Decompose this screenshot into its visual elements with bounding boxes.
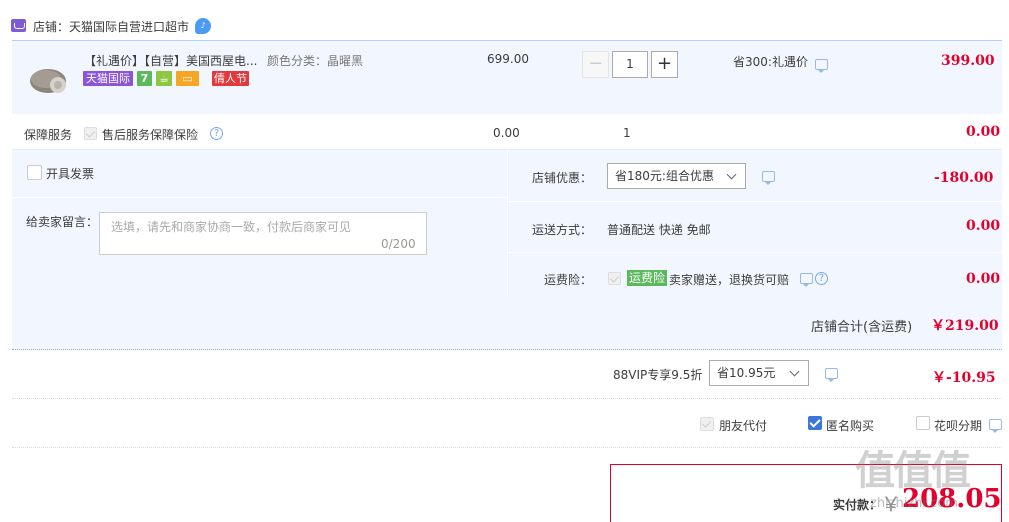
credit-card-icon: ▭ bbox=[176, 71, 199, 86]
item-title[interactable]: 【礼遇价】【自营】美国西屋电... bbox=[84, 52, 257, 69]
quantity-increase-button[interactable]: + bbox=[651, 51, 678, 78]
insurance-qty: 1 bbox=[623, 126, 631, 140]
insurance-option: 售后服务保障保险 bbox=[102, 128, 199, 142]
shop-name[interactable]: 店铺：天猫国际自营进口超市 bbox=[33, 18, 189, 35]
vip-amount: ￥-10.95 bbox=[932, 370, 996, 386]
shop-discount-select[interactable]: 省180元:组合优惠 bbox=[607, 163, 746, 189]
quantity-input[interactable]: 1 bbox=[612, 51, 648, 78]
subtotal-amount: ￥219.00 bbox=[931, 318, 999, 334]
chat-bubble-icon[interactable]: ♪ bbox=[195, 18, 211, 34]
divider bbox=[12, 197, 507, 198]
shop-icon bbox=[11, 19, 26, 32]
invoice-checkbox[interactable] bbox=[27, 165, 42, 180]
comment-icon[interactable] bbox=[815, 59, 828, 73]
vip-label: 88VIP专享9.5折 bbox=[613, 368, 703, 382]
product-thumbnail[interactable] bbox=[22, 55, 74, 100]
message-placeholder: 选填，请先和商家协商一致，付款后商家可见 bbox=[111, 220, 352, 234]
item-amount: 399.00 bbox=[941, 53, 995, 69]
invoice-label[interactable]: 开具发票 bbox=[46, 165, 94, 182]
huabei-checkbox[interactable] bbox=[916, 416, 930, 430]
divider bbox=[507, 252, 1002, 253]
item-promo: 省300:礼遇价 bbox=[733, 55, 808, 69]
shop-discount-label: 店铺优惠： bbox=[532, 171, 593, 185]
watermark-url: zhizhizhi.com bbox=[870, 496, 958, 511]
item-sku: 颜色分类：晶曜黑 bbox=[267, 54, 364, 68]
huabei-label[interactable]: 花呗分期 bbox=[934, 417, 982, 434]
cup-icon: ☕ bbox=[156, 71, 172, 86]
divider bbox=[12, 447, 1002, 448]
festival-badge: 倩人节 bbox=[212, 71, 249, 86]
shipping-label: 运送方式： bbox=[532, 223, 593, 237]
comment-icon[interactable] bbox=[800, 273, 813, 287]
message-label: 给卖家留言： bbox=[26, 215, 99, 229]
anonymous-label[interactable]: 匿名购买 bbox=[826, 417, 874, 434]
shipping-amount: 0.00 bbox=[966, 218, 1001, 234]
unit-price: 699.00 bbox=[487, 52, 529, 66]
freight-insurance-checkbox[interactable] bbox=[608, 272, 621, 285]
watermark-logo: 值值值 bbox=[855, 448, 971, 494]
freight-insurance-tag: 运费险 bbox=[627, 270, 668, 286]
divider bbox=[507, 150, 508, 296]
anonymous-checkbox[interactable] bbox=[808, 416, 822, 430]
help-icon[interactable]: ? bbox=[815, 272, 828, 285]
insurance-price: 0.00 bbox=[493, 126, 520, 140]
message-char-count: 0/200 bbox=[381, 237, 416, 251]
subtotal-label: 店铺合计(含运费) bbox=[811, 320, 913, 335]
comment-icon[interactable] bbox=[989, 419, 1002, 433]
tmall-intl-badge: 天猫国际 bbox=[83, 71, 133, 86]
seven-day-return-badge: 7 bbox=[137, 71, 152, 86]
insurance-label: 保障服务 bbox=[24, 128, 73, 142]
shop-discount-amount: -180.00 bbox=[934, 170, 994, 186]
divider bbox=[507, 201, 1002, 202]
vip-discount-select[interactable]: 省10.95元 bbox=[709, 360, 809, 386]
shipping-value: 普通配送 快递 免邮 bbox=[607, 223, 711, 237]
divider bbox=[12, 398, 1002, 399]
help-icon[interactable]: ? bbox=[210, 127, 223, 140]
friend-pay-label[interactable]: 朋友代付 bbox=[719, 417, 767, 434]
insurance-amount: 0.00 bbox=[966, 124, 1001, 140]
comment-icon[interactable] bbox=[762, 171, 775, 185]
freight-insurance-desc: 卖家赠送，退换货可赔 bbox=[669, 273, 790, 287]
freight-insurance-amount: 0.00 bbox=[966, 271, 1001, 287]
insurance-checkbox[interactable] bbox=[84, 127, 97, 140]
freight-insurance-label: 运费险： bbox=[544, 273, 593, 287]
friend-pay-checkbox[interactable] bbox=[700, 417, 714, 431]
comment-icon[interactable] bbox=[825, 368, 838, 382]
quantity-decrease-button[interactable]: − bbox=[582, 51, 609, 78]
